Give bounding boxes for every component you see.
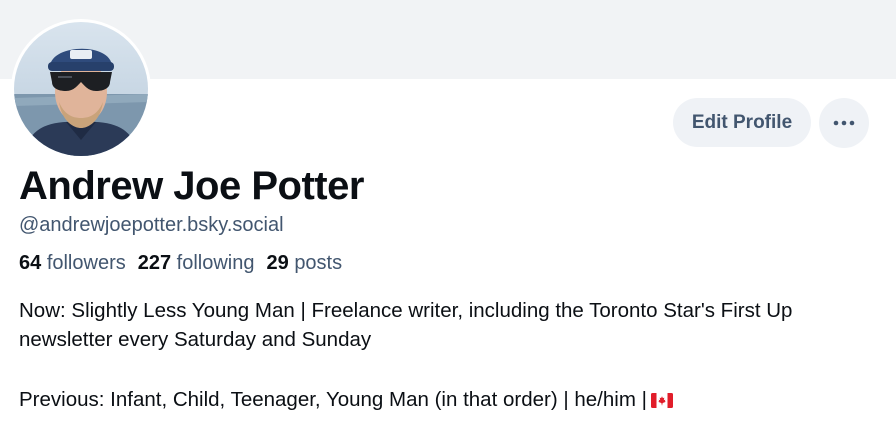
bio-line-2: Previous: Infant, Child, Teenager, Young… xyxy=(19,385,879,414)
ellipsis-icon xyxy=(833,120,855,126)
followers-count: 64 xyxy=(19,252,42,274)
posts-label: posts xyxy=(294,252,343,274)
bio-line-1: Now: Slightly Less Young Man | Freelance… xyxy=(19,299,793,351)
edit-profile-button[interactable]: Edit Profile xyxy=(673,98,811,147)
avatar-photo xyxy=(14,22,148,156)
followers-label: followers xyxy=(46,252,126,274)
profile-display-name: Andrew Joe Potter xyxy=(19,164,364,208)
bio-line-2-text: Previous: Infant, Child, Teenager, Young… xyxy=(19,388,647,411)
profile-stats: 64 followers 227 following 29 posts xyxy=(19,252,342,275)
followers-link[interactable]: 64 followers xyxy=(19,252,126,275)
posts-count: 29 xyxy=(266,252,289,274)
profile-handle: @andrewjoepotter.bsky.social xyxy=(19,214,284,236)
profile-avatar[interactable] xyxy=(11,19,151,159)
following-count: 227 xyxy=(137,252,172,274)
more-options-button[interactable] xyxy=(819,98,869,148)
canada-flag-icon xyxy=(650,393,673,408)
following-link[interactable]: 227 following xyxy=(138,252,255,275)
profile-bio: Now: Slightly Less Young Man | Freelance… xyxy=(19,296,879,414)
posts-stat: 29 posts xyxy=(267,252,343,275)
following-label: following xyxy=(176,252,255,274)
